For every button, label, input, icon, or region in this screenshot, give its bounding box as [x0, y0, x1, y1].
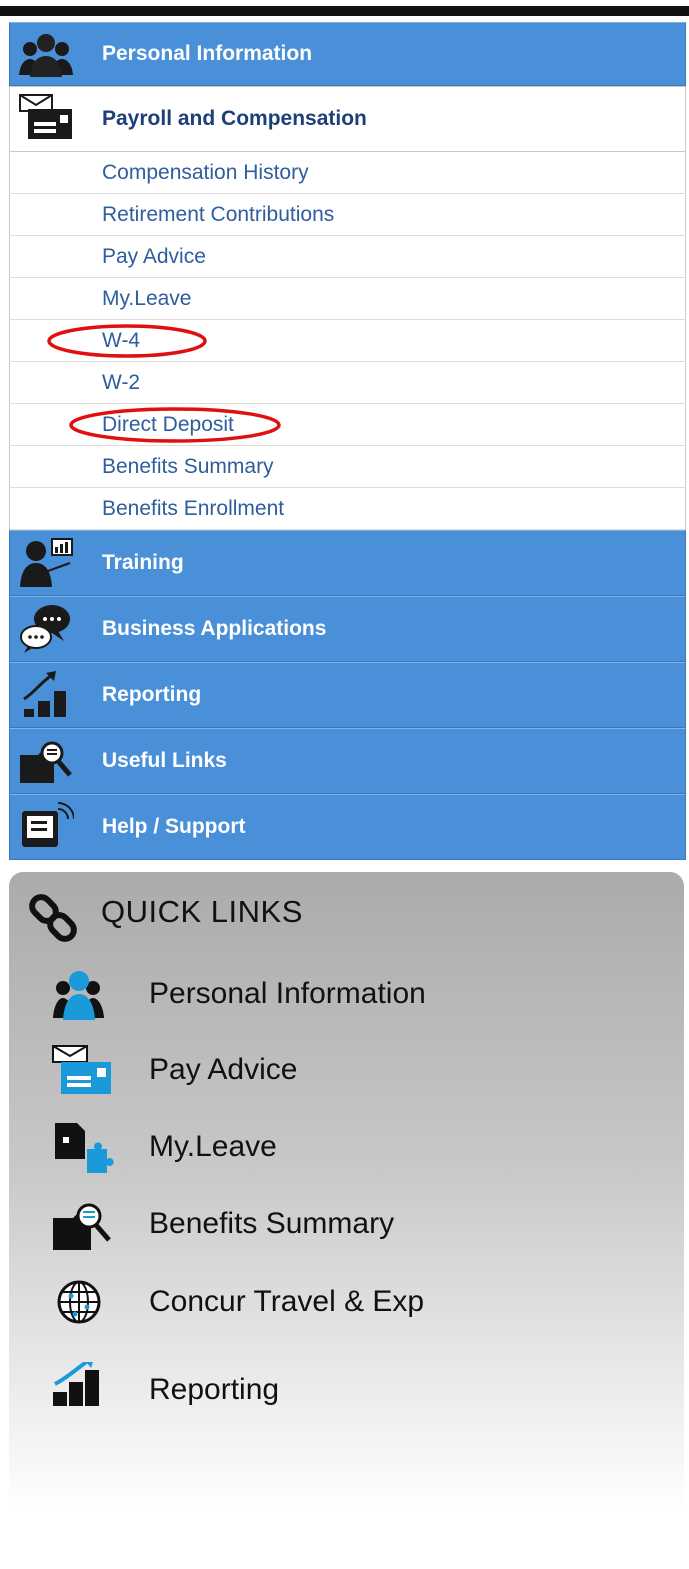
support-screen-icon [18, 801, 75, 851]
puzzle-doc-icon [49, 1119, 115, 1175]
quick-links-title: QUICK LINKS [101, 894, 303, 929]
menu-section-payroll[interactable]: Payroll and Compensation [9, 86, 686, 152]
menu-item-direct-deposit[interactable]: Direct Deposit [9, 404, 686, 446]
side-menu: Personal Information Payroll and Compens… [9, 22, 686, 860]
quick-link-pay-advice[interactable]: Pay Advice [9, 1040, 684, 1100]
globe-icon [49, 1274, 115, 1330]
menu-section-reporting[interactable]: Reporting [9, 662, 686, 728]
menu-item-label: W-2 [102, 370, 141, 394]
menu-item-w4[interactable]: W-4 [9, 320, 686, 362]
users-icon [49, 966, 115, 1022]
menu-section-useful-links[interactable]: Useful Links [9, 728, 686, 794]
quick-link-label: Benefits Summary [149, 1207, 395, 1240]
menu-section-label: Training [102, 551, 184, 574]
menu-item-label: Benefits Summary [102, 454, 274, 478]
quick-link-label: Pay Advice [149, 1053, 298, 1086]
menu-section-label: Personal Information [102, 42, 313, 65]
chat-bubbles-icon [18, 603, 74, 653]
quick-link-label: Concur Travel & Exp [149, 1285, 425, 1318]
menu-item-compensation-history[interactable]: Compensation History [9, 152, 686, 194]
menu-item-label: My.Leave [102, 286, 192, 310]
quick-link-personal-information[interactable]: Personal Information [9, 964, 684, 1024]
menu-item-label: Direct Deposit [102, 412, 234, 436]
menu-item-label: Pay Advice [102, 244, 206, 268]
menu-section-label: Business Applications [102, 617, 327, 640]
menu-section-business-applications[interactable]: Business Applications [9, 596, 686, 662]
chain-link-icon [25, 890, 85, 950]
menu-item-label: Benefits Enrollment [102, 496, 285, 520]
quick-link-concur-travel[interactable]: Concur Travel & Exp [9, 1272, 684, 1332]
quick-link-label: My.Leave [149, 1130, 277, 1163]
menu-item-label: W-4 [102, 328, 141, 352]
menu-item-benefits-summary[interactable]: Benefits Summary [9, 446, 686, 488]
menu-item-w2[interactable]: W-2 [9, 362, 686, 404]
menu-item-benefits-enrollment[interactable]: Benefits Enrollment [9, 488, 686, 530]
quick-link-label: Personal Information [149, 977, 426, 1010]
users-icon [18, 29, 74, 79]
menu-item-my-leave[interactable]: My.Leave [9, 278, 686, 320]
folder-search-icon [18, 735, 74, 785]
menu-section-label: Help / Support [102, 815, 246, 838]
menu-section-help-support[interactable]: Help / Support [9, 794, 686, 860]
quick-link-label: Reporting [149, 1373, 280, 1406]
growth-chart-icon [18, 669, 74, 719]
growth-chart-icon [49, 1356, 115, 1418]
quick-link-my-leave[interactable]: My.Leave [9, 1117, 684, 1177]
quick-links-panel: QUICK LINKS Personal Information Pay Adv… [9, 872, 684, 1512]
menu-section-label: Payroll and Compensation [102, 107, 367, 130]
menu-item-label: Compensation History [102, 160, 309, 184]
envelope-payroll-icon [18, 93, 74, 143]
presenter-icon [18, 537, 74, 587]
folder-search-icon [49, 1196, 115, 1252]
menu-section-label: Reporting [102, 683, 202, 706]
menu-section-personal-information[interactable]: Personal Information [9, 22, 686, 86]
menu-item-pay-advice[interactable]: Pay Advice [9, 236, 686, 278]
envelope-payroll-icon [49, 1042, 115, 1098]
quick-link-benefits-summary[interactable]: Benefits Summary [9, 1194, 684, 1254]
quick-link-reporting[interactable]: Reporting [9, 1356, 684, 1420]
menu-item-retirement-contributions[interactable]: Retirement Contributions [9, 194, 686, 236]
menu-item-label: Retirement Contributions [102, 202, 335, 226]
menu-section-training[interactable]: Training [9, 530, 686, 596]
top-bar [0, 6, 689, 16]
menu-section-label: Useful Links [102, 749, 227, 772]
